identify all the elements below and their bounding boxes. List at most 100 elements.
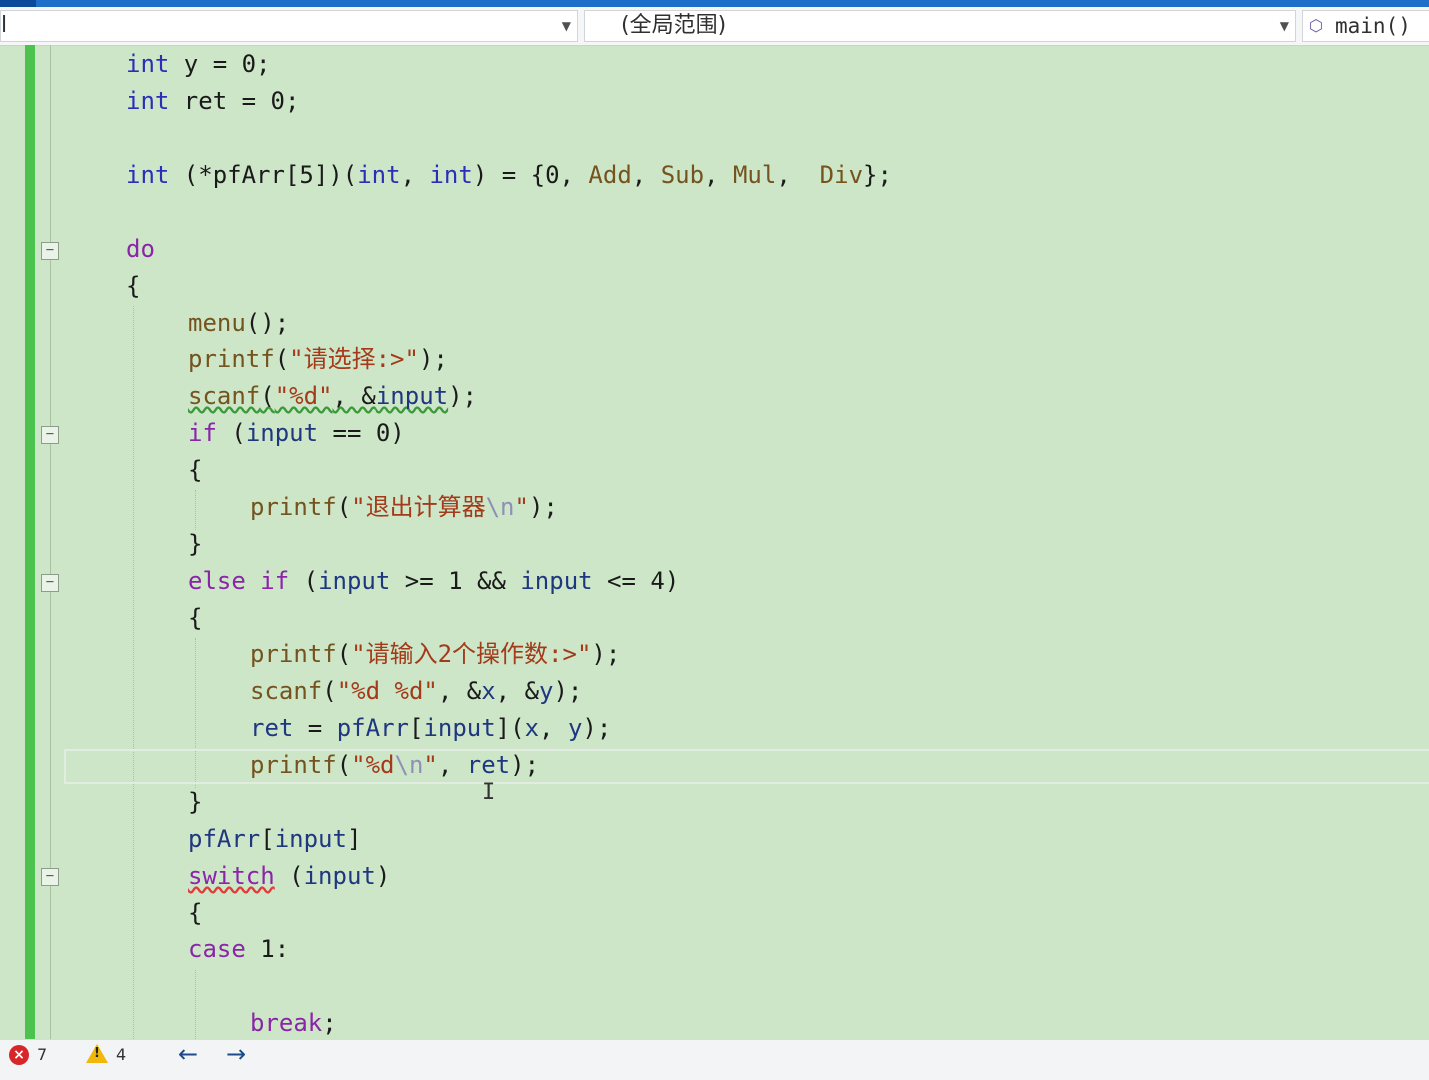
code-line-8[interactable]: scanf("%d", &input);: [188, 378, 477, 414]
navigate-forward-button[interactable]: →: [226, 1040, 246, 1068]
code-line-13[interactable]: else if (input >= 1 && input <= 4): [188, 563, 679, 599]
code-line-9[interactable]: if (input == 0): [188, 415, 405, 451]
outline-line: [50, 45, 51, 1039]
code-line-2[interactable]: int ret = 0;: [126, 83, 299, 119]
control-keyword: if: [260, 567, 290, 595]
function-name: Div: [819, 161, 864, 189]
code-text: );: [448, 382, 478, 410]
code-line-3[interactable]: int (*pfArr[5])(int, int) = {0, Add, Sub…: [126, 157, 892, 193]
warning-count[interactable]: 4: [116, 1045, 126, 1064]
function-name: Mul: [732, 161, 777, 189]
code-text: );: [582, 714, 612, 742]
code-line-10[interactable]: {: [188, 452, 202, 488]
string-literal: "%d: [351, 751, 395, 779]
code-line-5[interactable]: {: [126, 268, 140, 304]
code-text: ret = 0;: [169, 87, 300, 115]
code-text: ();: [245, 309, 290, 337]
code-line-16[interactable]: scanf("%d %d", &x, &y);: [250, 673, 582, 709]
keyword: int: [357, 161, 401, 189]
code-text: {: [126, 272, 141, 300]
variable: ret: [250, 714, 294, 742]
collapse-toggle-else-if[interactable]: −: [41, 574, 59, 592]
code-line-15[interactable]: printf("请输入2个操作数:>");: [250, 636, 620, 672]
code-text: (: [322, 677, 337, 705]
code-line-19[interactable]: }: [188, 784, 202, 820]
variable: x: [481, 677, 496, 705]
variable: input: [274, 825, 347, 853]
variable: input: [520, 567, 593, 595]
variable: input: [303, 862, 376, 890]
code-line-17[interactable]: ret = pfArr[input](x, y);: [250, 710, 611, 746]
variable: pfArr: [336, 714, 409, 742]
warning-mark: !: [94, 1046, 100, 1061]
function-name: scanf: [188, 382, 261, 410]
code-text: ,: [437, 751, 467, 779]
indent-guide: [195, 490, 196, 530]
code-text: }: [188, 788, 203, 816]
collapse-toggle-do[interactable]: −: [41, 242, 59, 260]
code-text: =: [293, 714, 337, 742]
string-literal: ": [423, 751, 438, 779]
code-text: <= 4): [592, 567, 680, 595]
code-text: (: [289, 567, 319, 595]
scope-dropdown-value: (全局范围): [621, 13, 727, 38]
function-dropdown-value: main(): [1335, 14, 1411, 38]
code-text: ) = {0,: [472, 161, 589, 189]
code-text: (: [336, 640, 352, 668]
code-line-22[interactable]: {: [188, 895, 202, 931]
error-icon[interactable]: ×: [9, 1045, 29, 1065]
active-tab-marker: [0, 0, 36, 7]
code-text: , &: [437, 677, 482, 705]
indent-guide: [195, 970, 196, 1039]
code-line-21[interactable]: switch (input): [188, 858, 390, 894]
code-text: {: [188, 604, 203, 632]
code-text: ;: [322, 1009, 337, 1037]
code-text: (: [274, 345, 290, 373]
code-text: (: [274, 862, 304, 890]
string-literal: "%d": [274, 382, 333, 410]
code-line-1[interactable]: int y = 0;: [126, 46, 271, 82]
error-count[interactable]: 7: [37, 1045, 47, 1064]
collapse-toggle-switch[interactable]: −: [41, 868, 59, 886]
code-line-24[interactable]: break;: [250, 1005, 337, 1041]
code-line-11[interactable]: printf("退出计算器\n");: [250, 489, 558, 525]
code-line-20[interactable]: pfArr[input]: [188, 821, 361, 857]
navigate-back-button[interactable]: ←: [178, 1040, 198, 1068]
code-text: , &: [495, 677, 540, 705]
function-name: printf: [250, 493, 337, 521]
function-dropdown[interactable]: ⬡ main(): [1302, 10, 1429, 42]
code-text: ,: [539, 714, 568, 742]
function-name: Add: [588, 161, 632, 189]
code-text: , &: [332, 382, 376, 410]
code-line-6[interactable]: menu();: [188, 305, 289, 341]
control-keyword: if: [188, 419, 217, 447]
code-text: (: [336, 751, 352, 779]
code-text: );: [418, 345, 448, 373]
chevron-down-icon: ▼: [561, 19, 571, 33]
code-line-14[interactable]: {: [188, 600, 202, 636]
code-text: {: [188, 456, 203, 484]
code-text: );: [553, 677, 583, 705]
code-line-18[interactable]: printf("%d\n", ret);: [250, 747, 539, 783]
code-text: (: [336, 493, 352, 521]
variable: pfArr: [188, 825, 261, 853]
code-text: [: [260, 825, 275, 853]
code-line-23[interactable]: case 1:: [188, 931, 289, 967]
code-line-4[interactable]: do: [126, 231, 155, 267]
variable: input: [375, 382, 449, 410]
function-name: menu: [188, 309, 246, 337]
scope-dropdown[interactable]: (全局范围) ▼: [584, 10, 1296, 42]
indent-guide: [133, 306, 134, 1039]
variable: y: [567, 714, 583, 742]
project-dropdown[interactable]: l ▼: [0, 10, 578, 42]
code-text: (: [216, 419, 246, 447]
code-line-12[interactable]: }: [188, 526, 202, 562]
string-literal: ": [514, 493, 529, 521]
window-accent-strip: [0, 0, 1429, 7]
function-cube-icon: ⬡: [1309, 16, 1323, 35]
control-keyword: break: [250, 1009, 323, 1037]
collapse-toggle-if[interactable]: −: [41, 426, 59, 444]
code-line-7[interactable]: printf("请选择:>");: [188, 341, 448, 377]
control-keyword: do: [126, 235, 155, 263]
